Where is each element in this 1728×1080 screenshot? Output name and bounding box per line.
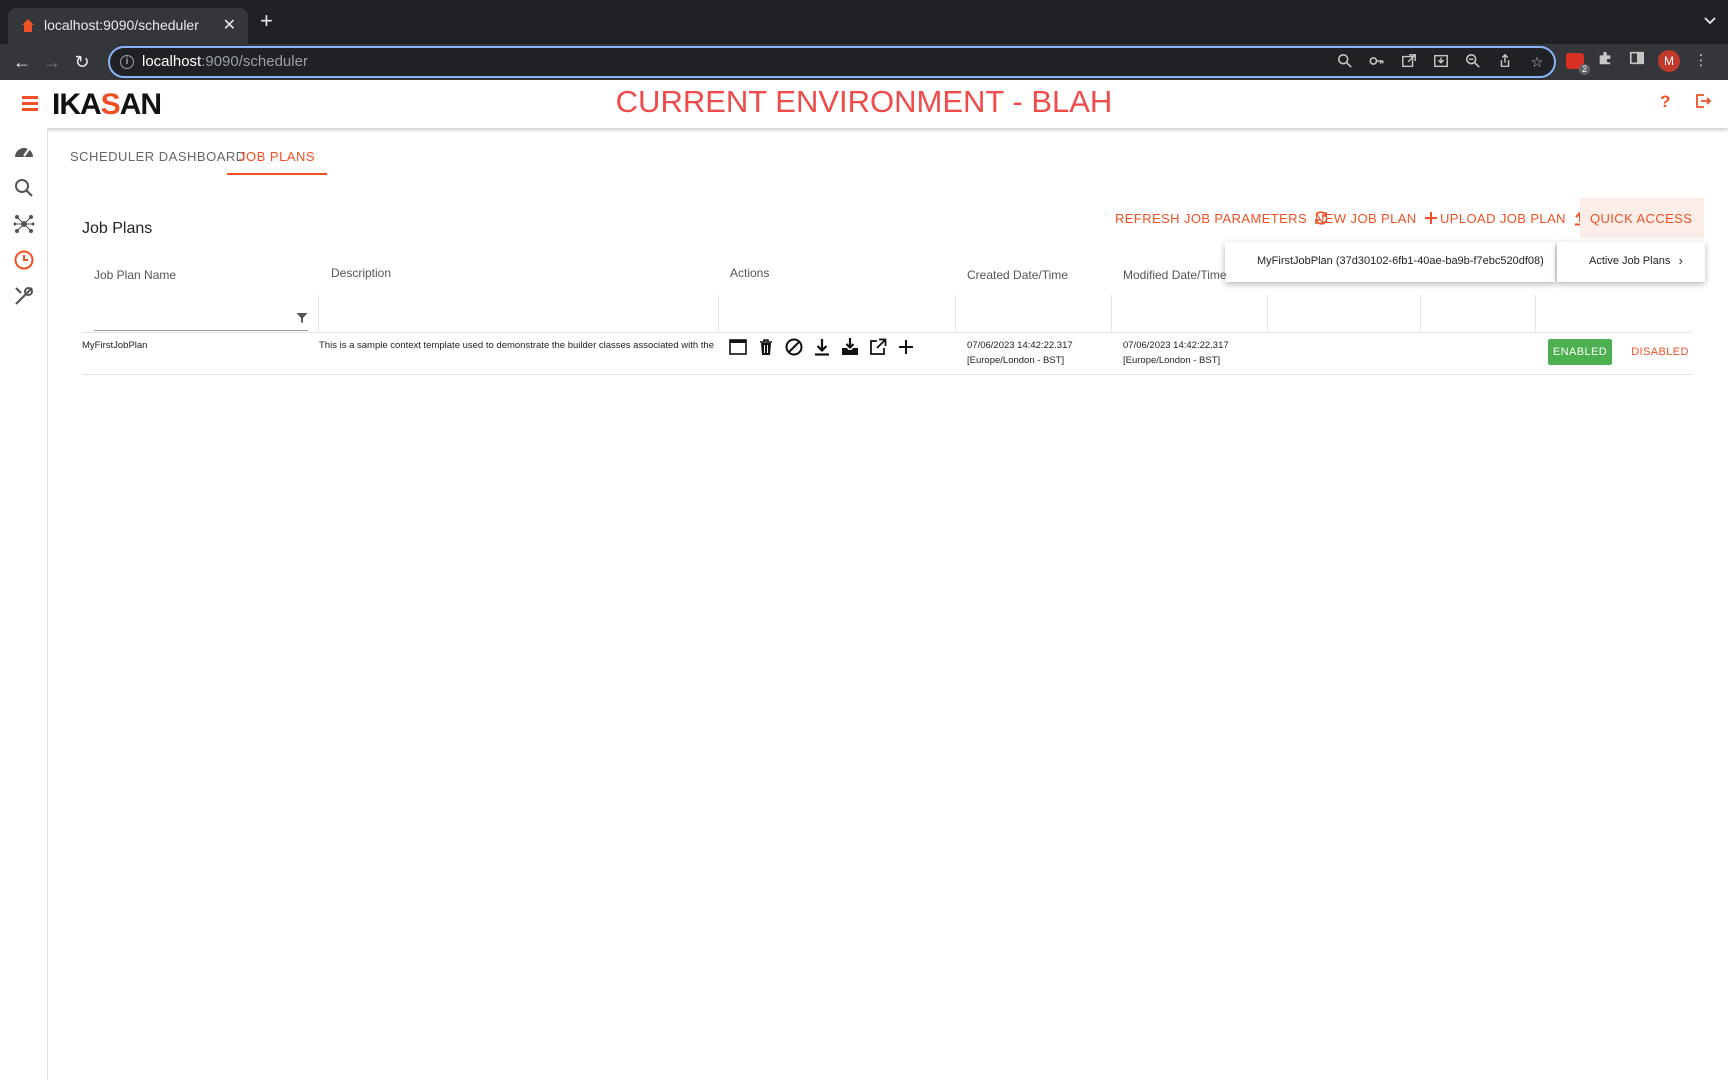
reload-icon[interactable]: ↻ [70, 50, 94, 74]
enabled-button[interactable]: ENABLED [1548, 339, 1612, 365]
delete-trash-icon[interactable] [756, 337, 776, 357]
disable-block-icon[interactable] [784, 337, 804, 357]
filter-icon[interactable] [296, 312, 308, 324]
close-tab-icon[interactable]: ✕ [223, 15, 236, 35]
add-plus-icon[interactable] [896, 337, 916, 357]
scheduler-clock-icon[interactable] [12, 248, 36, 272]
address-url: localhost:9090/scheduler [142, 53, 308, 70]
column-divider [318, 295, 319, 332]
environment-banner: CURRENT ENVIRONMENT - BLAH [615, 84, 1113, 119]
new-job-plan-label: NEW JOB PLAN [1315, 210, 1417, 226]
open-in-app-icon[interactable] [1400, 53, 1418, 71]
view-window-icon[interactable] [728, 337, 748, 357]
column-header-name[interactable]: Job Plan Name [94, 268, 176, 282]
tab-job-plans[interactable]: JOB PLANS [227, 140, 328, 175]
new-tab-icon[interactable]: + [260, 10, 273, 32]
upload-job-plan-label: UPLOAD JOB PLAN [1440, 210, 1566, 226]
open-external-icon[interactable] [868, 337, 888, 357]
back-icon[interactable]: ← [10, 50, 34, 74]
app-header: IKASAN CURRENT ENVIRONMENT - BLAH ? [0, 80, 1728, 128]
download-icon[interactable] [812, 337, 832, 357]
share-icon[interactable] [1496, 53, 1514, 71]
forward-icon[interactable]: → [40, 50, 64, 74]
install-icon[interactable] [1432, 53, 1450, 71]
logout-icon[interactable] [1694, 92, 1712, 110]
bookmark-star-icon[interactable]: ☆ [1528, 53, 1546, 71]
page-title: Job Plans [82, 220, 153, 237]
column-divider [955, 295, 956, 332]
site-info-icon[interactable]: i [120, 55, 134, 69]
key-icon[interactable] [1368, 53, 1386, 71]
topology-icon[interactable] [12, 212, 36, 236]
row-divider [82, 374, 1692, 375]
extensions-puzzle-icon[interactable] [1594, 50, 1616, 72]
search-icon[interactable] [1336, 53, 1354, 71]
profile-avatar[interactable]: M [1658, 50, 1680, 72]
quick-access-button[interactable]: QUICK ACCESS [1580, 198, 1704, 238]
side-panel-icon[interactable] [1626, 50, 1648, 72]
column-divider [1535, 295, 1536, 332]
column-divider [1267, 295, 1268, 332]
zoom-out-icon[interactable] [1464, 53, 1482, 71]
chevron-right-icon: › [1678, 253, 1683, 268]
created-timezone-cell: [Europe/London - BST] [967, 355, 1065, 366]
upload-job-plan-button[interactable]: UPLOAD JOB PLAN [1440, 210, 1588, 226]
created-date-cell: 07/06/2023 14:42:22.317 [967, 340, 1073, 351]
job-plan-name-cell[interactable]: MyFirstJobPlan [82, 340, 147, 351]
browser-tab-title: localhost:9090/scheduler [44, 17, 199, 33]
disabled-button[interactable]: DISABLED [1630, 339, 1690, 365]
browser-menu-icon[interactable]: ⋮ [1690, 50, 1712, 72]
tab-search-chevron-icon[interactable] [1704, 14, 1716, 26]
column-header-created[interactable]: Created Date/Time [967, 268, 1068, 282]
column-header-actions: Actions [730, 266, 770, 280]
column-header-description[interactable]: Description [331, 266, 391, 280]
browser-tab-strip: localhost:9090/scheduler ✕ + [0, 0, 1728, 44]
search-icon[interactable] [12, 176, 36, 200]
ikasan-favicon-icon [22, 19, 34, 32]
row-divider [82, 332, 1692, 333]
tools-icon[interactable] [12, 284, 36, 308]
quick-access-submenu-item[interactable]: MyFirstJobPlan (37d30102-6fb1-40ae-ba9b-… [1225, 242, 1555, 282]
dashboard-gauge-icon[interactable] [12, 140, 36, 164]
help-icon[interactable]: ? [1660, 92, 1670, 112]
address-bar[interactable]: i localhost:9090/scheduler ☆ [108, 46, 1556, 78]
active-job-plans-label: Active Job Plans [1589, 255, 1671, 267]
column-divider [1420, 295, 1421, 332]
refresh-job-parameters-button[interactable]: REFRESH JOB PARAMETERS [1115, 210, 1329, 226]
refresh-label: REFRESH JOB PARAMETERS [1115, 210, 1308, 226]
column-header-modified[interactable]: Modified Date/Time [1123, 268, 1227, 282]
quick-access-label: QUICK ACCESS [1590, 210, 1693, 226]
column-divider [1111, 295, 1112, 332]
new-job-plan-button[interactable]: NEW JOB PLAN [1315, 210, 1439, 226]
column-divider [718, 295, 719, 332]
extension-badge-icon[interactable]: 2 [1566, 53, 1590, 75]
browser-tab[interactable]: localhost:9090/scheduler ✕ [8, 8, 248, 44]
active-job-plans-menu-item[interactable]: Active Job Plans › [1557, 242, 1705, 282]
browser-toolbar: ← → ↻ i localhost:9090/scheduler ☆ 2 M ⋮ [0, 44, 1728, 80]
side-navigation [0, 128, 48, 1080]
modified-timezone-cell: [Europe/London - BST] [1123, 355, 1221, 366]
download-tray-icon[interactable] [840, 337, 860, 357]
plus-icon [1424, 212, 1437, 224]
name-filter-input[interactable] [94, 330, 308, 331]
description-cell: This is a sample context template used t… [319, 340, 717, 351]
modified-date-cell: 07/06/2023 14:42:22.317 [1123, 340, 1229, 351]
